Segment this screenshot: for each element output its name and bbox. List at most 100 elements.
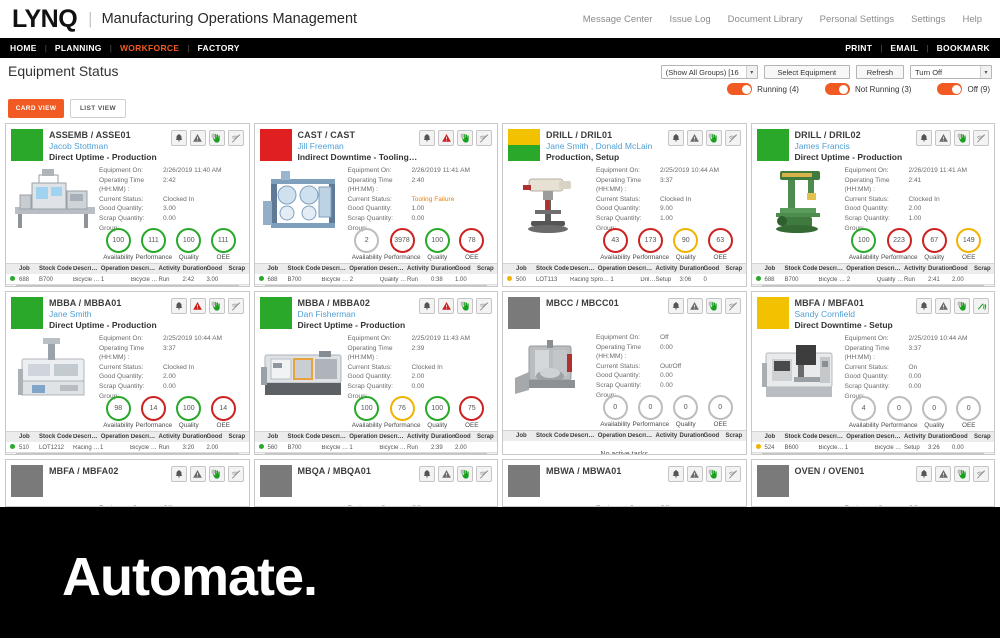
scroll-thumb[interactable] [761, 453, 984, 454]
scroll-right-icon[interactable]: › [488, 285, 497, 286]
hand-icon-button[interactable] [705, 466, 722, 482]
horizontal-scrollbar[interactable]: ‹› [751, 452, 994, 454]
warning-icon-button[interactable] [935, 466, 951, 482]
topnav-item-issue-log[interactable]: Issue Log [669, 14, 710, 25]
equipment-card[interactable]: MBBA / MBBA02 Dan Fisherman Direct Uptime … [253, 291, 498, 455]
broadcast-icon-button[interactable] [973, 130, 989, 146]
table-row[interactable]: 560B700Bicycle - Girls L...3Bicycle Clea… [503, 284, 746, 286]
hand-icon-button[interactable] [457, 466, 473, 482]
broadcast-icon-button[interactable] [476, 466, 492, 482]
hand-icon-button[interactable] [954, 466, 970, 482]
operator-name[interactable]: Sandy Cornfield [795, 309, 917, 319]
scroll-thumb[interactable] [16, 453, 239, 454]
horizontal-scrollbar[interactable]: ‹› [254, 452, 497, 454]
hand-icon-button[interactable] [705, 130, 722, 146]
operator-name[interactable]: Jane Smith [49, 309, 171, 319]
topnav-item-help[interactable]: Help [962, 14, 982, 25]
hand-icon-button[interactable] [208, 130, 225, 146]
table-row[interactable]: 500 LOT113 Racing Sprocket...1 DrillingSetu… [503, 274, 746, 284]
broadcast-icon-button[interactable] [227, 466, 244, 482]
broadcast-icon-button[interactable] [227, 298, 244, 314]
nav-item-home[interactable]: HOME [10, 43, 37, 53]
nav-item-planning[interactable]: PLANNING [55, 43, 102, 53]
filter-toggle-0[interactable]: Running (4) [727, 83, 799, 95]
bell-icon-button[interactable] [667, 298, 684, 314]
warning-icon-button[interactable] [189, 466, 206, 482]
equipment-card[interactable]: MBFA / MBFA02 Equipment On:Off [5, 459, 250, 507]
filter-toggle-1[interactable]: Not Running (3) [824, 83, 911, 95]
equipment-card[interactable]: MBFA / MBFA01 Sandy Cornfield Direct Downt… [750, 291, 995, 455]
table-row[interactable]: 524 B600 Bicycle - Girls...1 Bicycle Assemb… [752, 442, 995, 452]
bell-icon-button[interactable] [419, 298, 435, 314]
topnav-item-document-library[interactable]: Document Library [728, 14, 803, 25]
view-button-list-view[interactable]: LIST VIEW [70, 99, 126, 118]
scroll-thumb[interactable] [16, 285, 239, 286]
table-row[interactable]: 510 LOT1212 Racing Bicycle...1 Bicycle Brak… [6, 442, 249, 452]
scroll-left-icon[interactable]: ‹ [752, 285, 761, 286]
operator-name[interactable]: Jacob Stottman [49, 141, 171, 151]
operator-name[interactable]: Jill Freeman [298, 141, 420, 151]
scroll-right-icon[interactable]: › [240, 453, 249, 454]
equipment-card[interactable]: DRILL / DRIL01 Jane Smith , Donald McLain… [502, 123, 747, 287]
warning-icon-button[interactable] [686, 130, 703, 146]
hand-icon-button[interactable] [954, 298, 970, 314]
table-row[interactable]: 560 B700 Bicycle - Girls L...1 Bicycle Asse… [255, 442, 498, 452]
warning-icon-button[interactable] [935, 298, 951, 314]
scroll-left-icon[interactable]: ‹ [752, 453, 761, 454]
broadcast-icon-button[interactable] [476, 298, 492, 314]
hand-icon-button[interactable] [208, 298, 225, 314]
operator-name[interactable]: Jane Smith , Donald McLain [546, 141, 668, 151]
nav-action-print[interactable]: PRINT [845, 43, 872, 53]
topnav-item-settings[interactable]: Settings [911, 14, 945, 25]
turn-off-select[interactable]: Turn Off ▾ [910, 65, 992, 79]
broadcast-icon-button[interactable] [973, 298, 989, 314]
broadcast-icon-button[interactable] [227, 130, 244, 146]
horizontal-scrollbar[interactable]: ‹› [6, 284, 249, 286]
equipment-card[interactable]: MBQA / MBQA01 Equipment On:Off [253, 459, 498, 507]
group-select[interactable]: (Show All Groups) [16 ▾ [660, 65, 758, 79]
equipment-card[interactable]: MBCC / MBCC01 Equipment On: Off Operating T… [502, 291, 747, 455]
hand-icon-button[interactable] [705, 298, 722, 314]
bell-icon-button[interactable] [170, 466, 187, 482]
hand-icon-button[interactable] [954, 130, 970, 146]
bell-icon-button[interactable] [419, 130, 435, 146]
table-row[interactable]: 688 B700 Bicycle - Girls L...2 Quality and … [752, 274, 995, 284]
toggle-switch[interactable] [937, 83, 963, 95]
scroll-left-icon[interactable]: ‹ [255, 453, 264, 454]
warning-icon-button[interactable] [189, 298, 206, 314]
bell-icon-button[interactable] [170, 298, 187, 314]
operator-name[interactable]: James Francis [795, 141, 917, 151]
scroll-right-icon[interactable]: › [985, 453, 994, 454]
equipment-card[interactable]: ASSEMB / ASSE01 Jacob Stottman Direct Upti… [5, 123, 250, 287]
bell-icon-button[interactable] [667, 130, 684, 146]
equipment-card[interactable]: MBBA / MBBA01 Jane Smith Direct Uptime - P… [5, 291, 250, 455]
topnav-item-message-center[interactable]: Message Center [583, 14, 653, 25]
bell-icon-button[interactable] [916, 466, 932, 482]
scroll-left-icon[interactable]: ‹ [6, 285, 15, 286]
equipment-card[interactable]: MBWA / MBWA01 Equipment On:Off [502, 459, 747, 507]
bell-icon-button[interactable] [916, 298, 932, 314]
broadcast-icon-button[interactable] [724, 298, 741, 314]
toggle-switch[interactable] [824, 83, 850, 95]
scroll-right-icon[interactable]: › [488, 453, 497, 454]
hand-icon-button[interactable] [208, 466, 225, 482]
hand-icon-button[interactable] [457, 130, 473, 146]
broadcast-icon-button[interactable] [476, 130, 492, 146]
nav-item-factory[interactable]: FACTORY [198, 43, 240, 53]
equipment-card[interactable]: DRILL / DRIL02 James Francis Direct Uptime… [750, 123, 995, 287]
broadcast-icon-button[interactable] [724, 130, 741, 146]
bell-icon-button[interactable] [667, 466, 684, 482]
scroll-right-icon[interactable]: › [240, 285, 249, 286]
select-equipment-button[interactable]: Select Equipment [763, 65, 850, 79]
table-row[interactable]: 688 B700 Bicycle - Girls L...1 Bicycle Asse… [6, 274, 249, 284]
horizontal-scrollbar[interactable]: ‹› [751, 284, 994, 286]
warning-icon-button[interactable] [438, 130, 454, 146]
hand-icon-button[interactable] [457, 298, 473, 314]
filter-toggle-2[interactable]: Off (9) [937, 83, 990, 95]
scroll-thumb[interactable] [264, 285, 487, 286]
horizontal-scrollbar[interactable]: ‹› [254, 284, 497, 286]
warning-icon-button[interactable] [438, 466, 454, 482]
broadcast-icon-button[interactable] [724, 466, 741, 482]
scroll-right-icon[interactable]: › [985, 285, 994, 286]
nav-item-workforce[interactable]: WORKFORCE [120, 43, 179, 53]
